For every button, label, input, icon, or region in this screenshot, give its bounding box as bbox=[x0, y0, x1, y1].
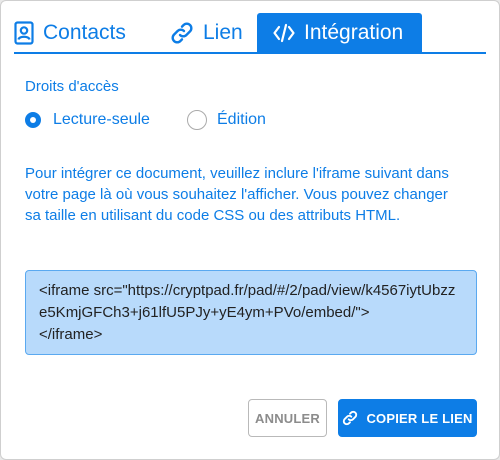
tab-bar: Contacts Lien Intégration bbox=[14, 13, 486, 54]
access-rights-title: Droits d'accès bbox=[25, 78, 119, 95]
code-icon bbox=[273, 23, 295, 43]
radio-edit[interactable]: Édition bbox=[187, 108, 266, 132]
tab-contacts-label: Contacts bbox=[43, 20, 126, 44]
tab-integration-label: Intégration bbox=[304, 20, 404, 44]
radio-edit-indicator[interactable] bbox=[187, 110, 207, 130]
radio-read-only-label: Lecture-seule bbox=[53, 111, 150, 128]
embed-code-textarea[interactable]: <iframe src="https://cryptpad.fr/pad/#/2… bbox=[25, 270, 477, 355]
copy-link-button[interactable]: COPIER LE LIEN bbox=[338, 399, 477, 437]
share-dialog: Contacts Lien Intégration Droits d'accès… bbox=[0, 0, 500, 460]
embed-description: Pour intégrer ce document, veuillez incl… bbox=[25, 165, 449, 224]
radio-edit-label: Édition bbox=[217, 111, 266, 128]
tab-link[interactable]: Lien bbox=[170, 13, 243, 52]
link-icon bbox=[342, 410, 358, 426]
tab-link-label: Lien bbox=[203, 20, 243, 44]
radio-read-only-indicator[interactable] bbox=[25, 112, 41, 128]
tab-contacts[interactable]: Contacts bbox=[14, 13, 126, 52]
copy-link-button-label: COPIER LE LIEN bbox=[366, 410, 473, 426]
cancel-button[interactable]: ANNULER bbox=[248, 399, 327, 437]
contacts-icon bbox=[14, 20, 34, 45]
cancel-button-label: ANNULER bbox=[255, 410, 320, 426]
tab-integration[interactable]: Intégration bbox=[257, 13, 422, 52]
link-icon bbox=[170, 21, 194, 45]
radio-read-only[interactable]: Lecture-seule bbox=[25, 108, 150, 132]
